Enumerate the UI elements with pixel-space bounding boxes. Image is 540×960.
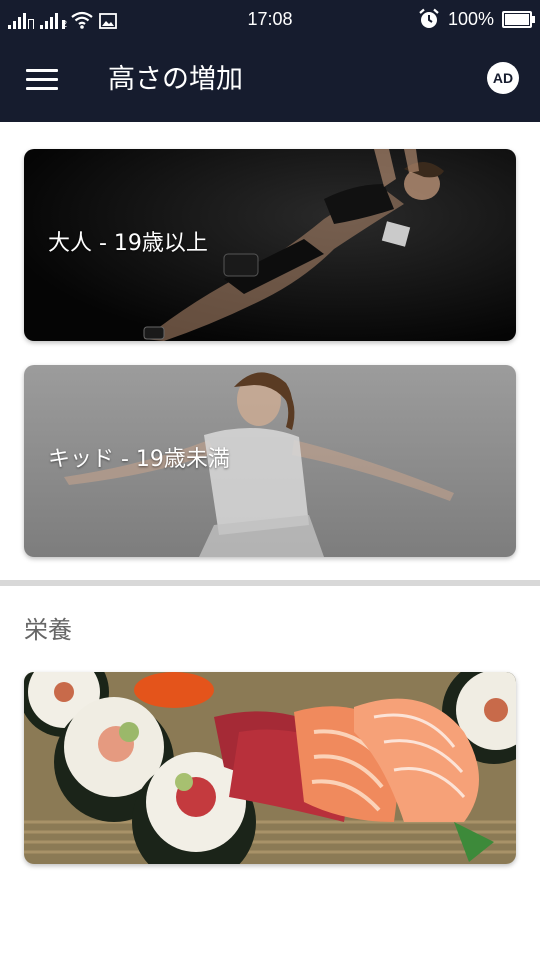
page-title: 高さの増加 xyxy=(108,64,243,95)
kid-category-card[interactable]: キッド - 19歳未満 xyxy=(24,365,516,557)
battery-percent: 100% xyxy=(447,8,494,29)
status-bar: 2 17:08 100% xyxy=(0,0,540,38)
adult-category-label: 大人 - 19歳以上 xyxy=(48,231,208,256)
battery-icon xyxy=(502,10,535,28)
kid-category-label: キッド - 19歳未満 xyxy=(48,447,230,472)
sushi-image xyxy=(24,672,516,864)
alarm-icon xyxy=(419,8,439,28)
section-divider xyxy=(0,580,540,586)
avatar[interactable]: AD xyxy=(487,62,519,94)
status-icons-right: 100% xyxy=(418,8,535,30)
hamburger-menu-icon[interactable] xyxy=(26,69,58,91)
adult-category-card[interactable]: 大人 - 19歳以上 xyxy=(24,149,516,341)
nutrition-card[interactable] xyxy=(24,672,516,864)
battery-fill xyxy=(505,13,529,25)
app-bar: 高さの増加 AD xyxy=(0,38,540,122)
nutrition-section-title: 栄養 xyxy=(24,616,72,644)
